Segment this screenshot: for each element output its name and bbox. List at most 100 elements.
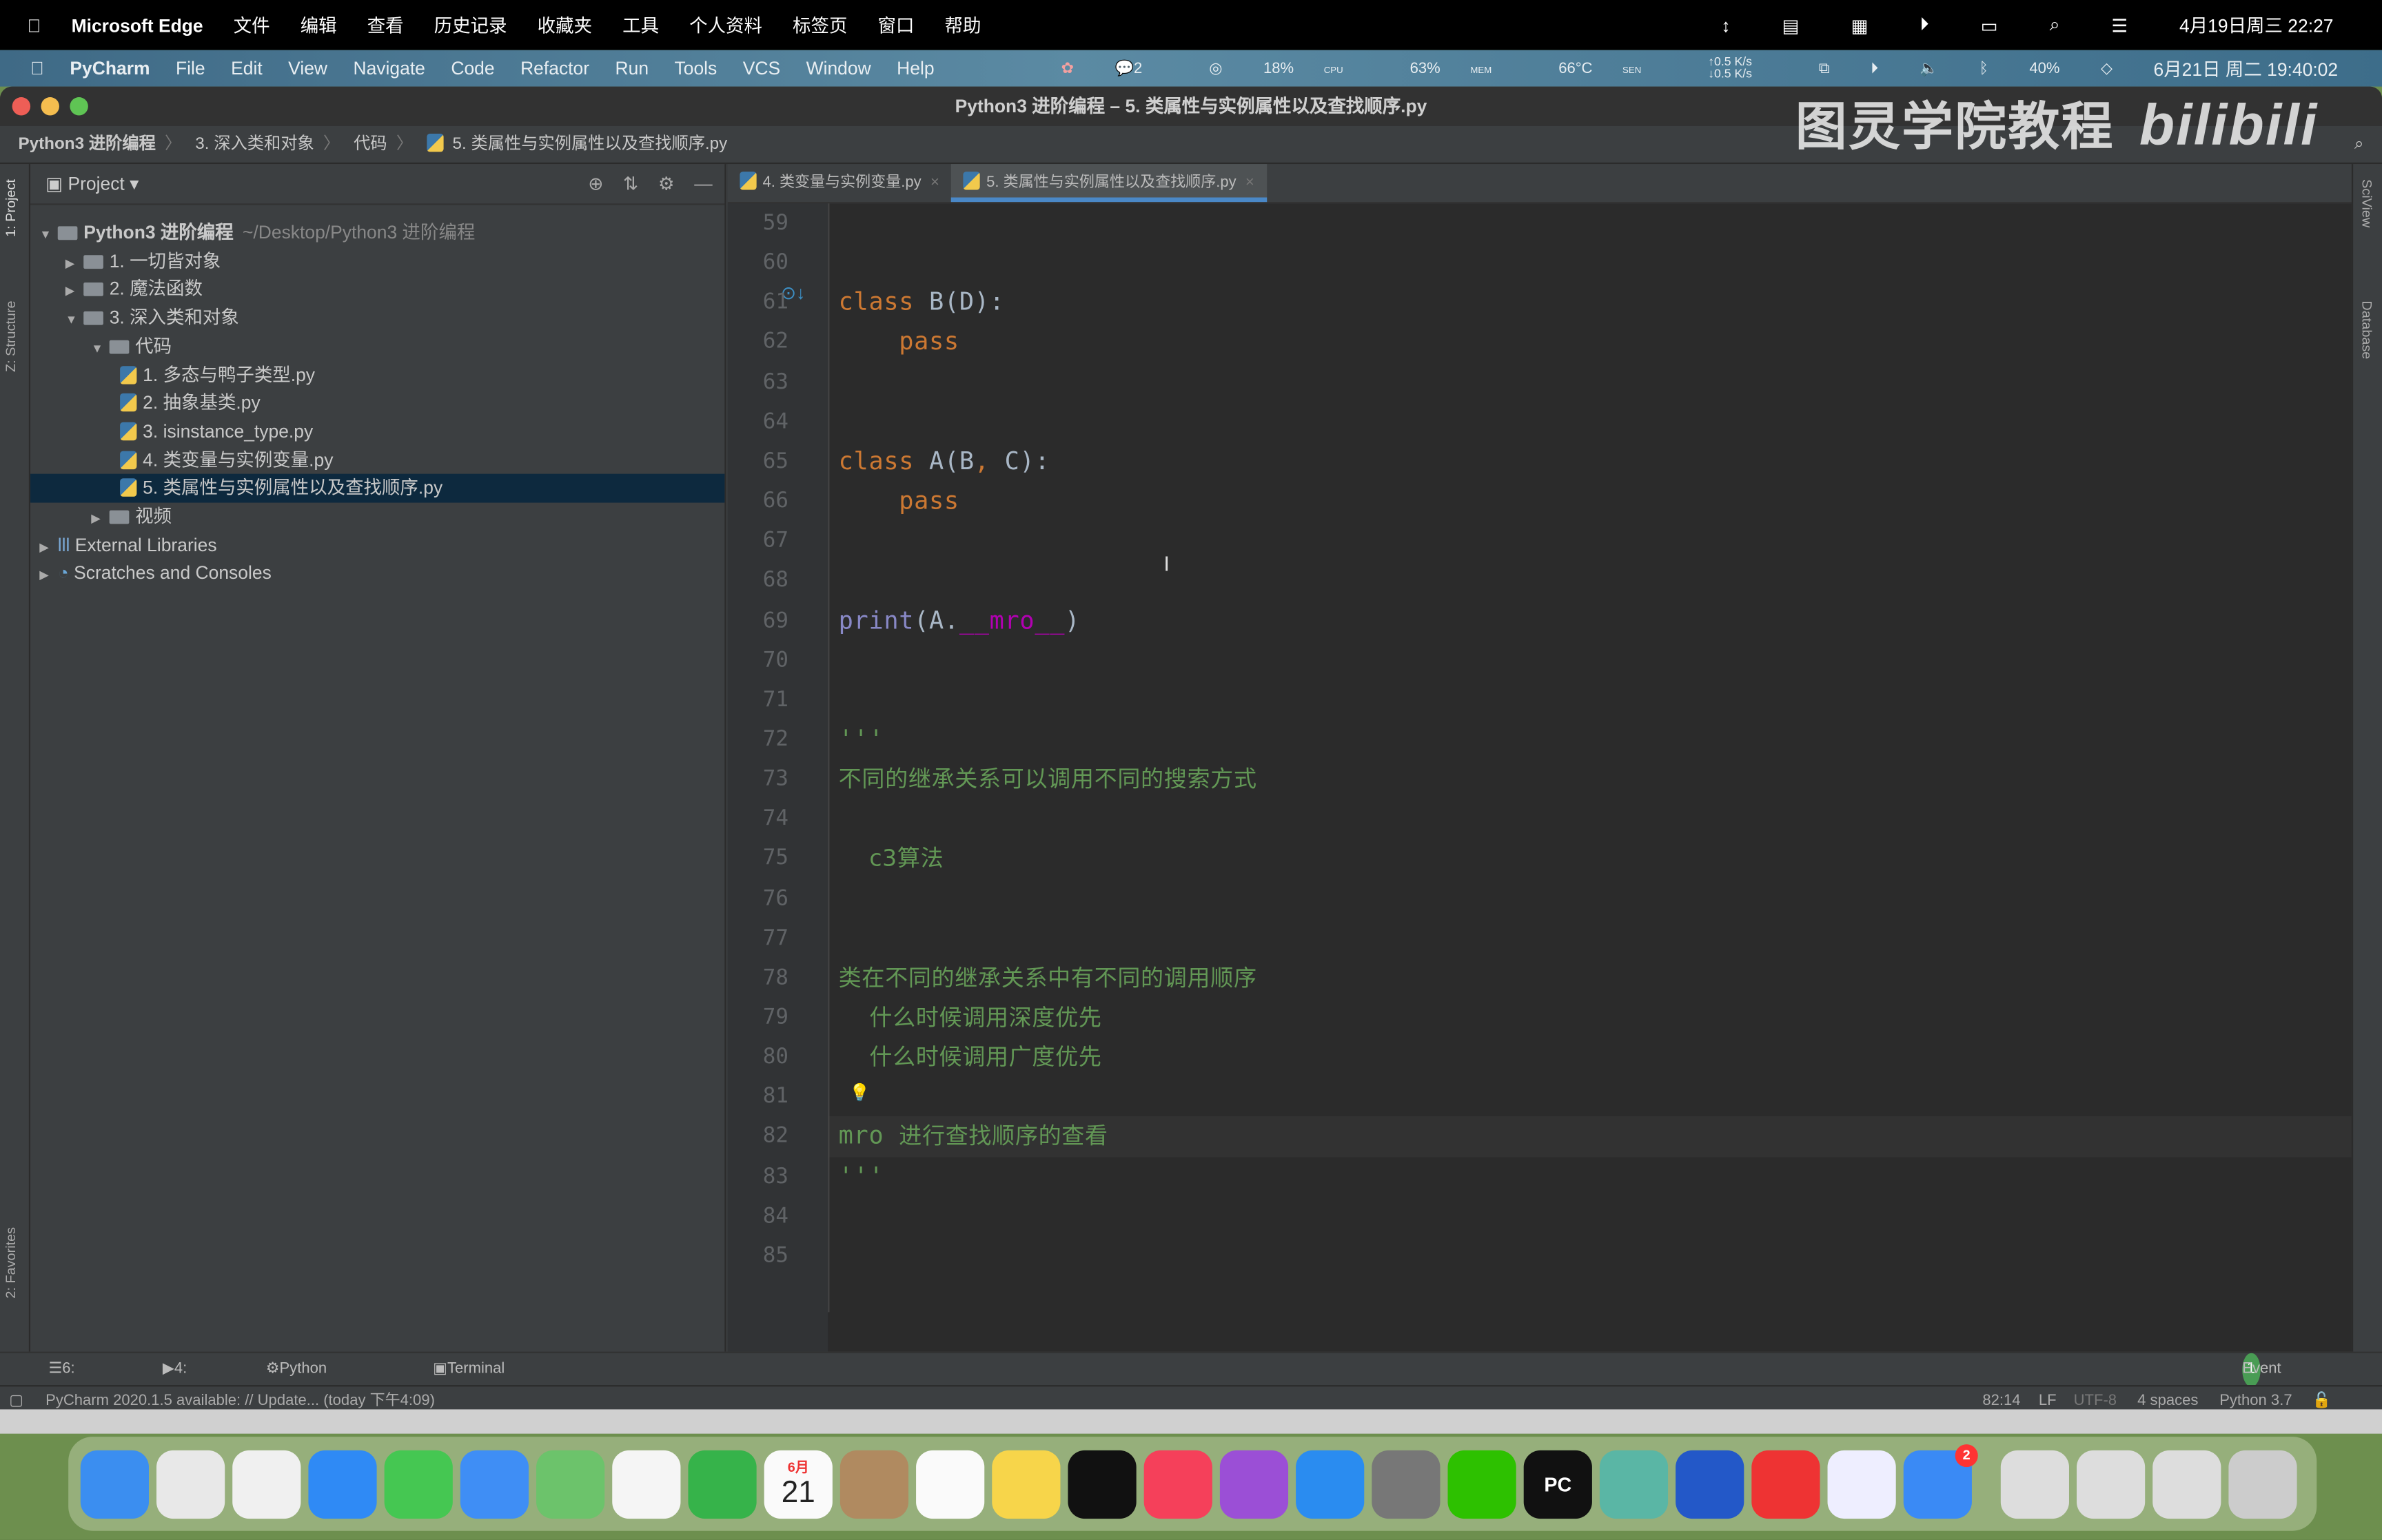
terminal-button[interactable]: ▣ Terminal (433, 1353, 505, 1386)
dock-music-icon[interactable] (1143, 1449, 1212, 1518)
tree-item[interactable]: ▼ Python3 进阶编程 ~/Desktop/Python3 进阶编程 (30, 218, 724, 247)
chat-icon[interactable]: 💬2 (1115, 60, 1168, 76)
control-center-icon[interactable]: ☰ (2111, 14, 2128, 36)
status-icon[interactable]: ▦ (1851, 14, 1868, 36)
tree-item[interactable]: ▶ lll External Libraries (30, 531, 724, 559)
dock-pycharm-icon[interactable]: PC (1523, 1449, 1592, 1518)
dock-reminders-icon[interactable] (916, 1449, 985, 1518)
clock[interactable]: 4月19日周三 22:27 (2179, 12, 2333, 38)
dock-facetime-icon[interactable] (688, 1449, 757, 1518)
dock-app-store-icon[interactable] (1296, 1449, 1365, 1518)
dock-documents-icon[interactable] (2000, 1449, 2069, 1518)
screen-icon[interactable]: ⧉ (1819, 60, 1830, 76)
flower-icon[interactable]: ✿ (1061, 60, 1074, 76)
play-icon[interactable]: ⏵ (1920, 14, 1928, 37)
play-icon[interactable]: ⏵ (1871, 60, 1878, 76)
menu-view[interactable]: View (288, 58, 327, 79)
close-tab-icon[interactable]: × (930, 174, 939, 191)
lightbulb-icon[interactable]: 💡 (849, 1083, 870, 1102)
structure-tool-tab[interactable]: Z: Structure (3, 300, 18, 372)
menu-navigate[interactable]: Navigate (353, 58, 425, 79)
dock-apple-tv-icon[interactable] (1068, 1449, 1137, 1518)
dock-documents-icon[interactable] (2152, 1449, 2221, 1518)
tree-item[interactable]: ▶ 1. 一切皆对象 (30, 247, 724, 276)
bluetooth-icon[interactable]: ᛒ (1979, 60, 1988, 76)
mac-menu-item[interactable]: 历史记录 (434, 12, 507, 38)
sciview-tool-tab[interactable]: SciView (2359, 179, 2374, 227)
mac-menu-item[interactable]: 窗口 (878, 12, 915, 38)
tab-file-4[interactable]: 4. 类变量与实例变量.py × (728, 164, 952, 202)
project-view-selector[interactable]: Project (68, 173, 124, 194)
menu-help[interactable]: Help (897, 58, 934, 79)
search-icon[interactable]: ⌕ (2354, 126, 2364, 164)
menu-vcs[interactable]: VCS (743, 58, 780, 79)
dock-launchpad-icon[interactable] (156, 1449, 225, 1518)
tree-item[interactable]: ▶ ◔ Scratches and Consoles (30, 559, 724, 588)
tree-item[interactable]: ▼ 3. 深入类和对象 (30, 304, 724, 332)
mac-menu-item[interactable]: 文件 (234, 12, 270, 38)
code-line[interactable]: 类在不同的继承关系中有不同的调用顺序 (839, 958, 1257, 998)
app-menu[interactable]: PyCharm (70, 58, 150, 79)
code-line[interactable]: class A(B, C): (839, 442, 1050, 482)
chevron-right-icon[interactable]: ▶ (65, 278, 83, 307)
chevron-down-icon[interactable]: ▾ (130, 173, 139, 194)
wifi-icon[interactable]: ◇ (2101, 60, 2113, 76)
dock-finder-icon[interactable] (80, 1449, 150, 1518)
dock-mail-icon[interactable] (460, 1449, 529, 1518)
python-interpreter[interactable]: Python 3.7 (2219, 1386, 2292, 1412)
breadcrumb-item[interactable]: 5. 类属性与实例属性以及查找顺序.py (453, 135, 728, 153)
status-icon[interactable]: ↕ (1721, 14, 1730, 36)
clock[interactable]: 6月21日 周二 19:40:02 (2154, 55, 2339, 81)
dock-messages-icon[interactable] (384, 1449, 453, 1518)
dock-trash-icon[interactable] (2228, 1449, 2297, 1518)
chevron-right-icon[interactable]: ▶ (39, 534, 57, 562)
app-menu[interactable]: Microsoft Edge (72, 14, 203, 36)
dock-documents-icon[interactable] (2077, 1449, 2146, 1518)
code-line[interactable]: pass (839, 322, 959, 362)
tree-item[interactable]: ▶ 视频 (30, 503, 724, 531)
tree-item[interactable]: 3. isinstance_type.py (30, 418, 724, 446)
code-line[interactable]: 什么时候调用深度优先 (839, 998, 1102, 1038)
mac-menu-item[interactable]: 收藏夹 (538, 12, 592, 38)
volume-icon[interactable]: 🔈 (1920, 60, 1938, 76)
dock-mindnode-icon[interactable] (1827, 1449, 1896, 1518)
code-line[interactable]: ''' (839, 1157, 884, 1197)
apple-icon[interactable]:  (28, 14, 41, 36)
code-line[interactable]: ''' (839, 720, 884, 760)
dock-photos-icon[interactable] (612, 1449, 681, 1518)
chevron-right-icon[interactable]: ▶ (91, 506, 109, 534)
tree-item[interactable]: 1. 多态与鸭子类型.py (30, 360, 724, 389)
mac-menu-item[interactable]: 标签页 (793, 12, 847, 38)
tree-item[interactable]: 5. 类属性与实例属性以及查找顺序.py (30, 474, 725, 503)
maximize-button[interactable] (70, 97, 88, 116)
status-toggle-icon[interactable]: ▢ (9, 1386, 23, 1412)
tree-item[interactable]: ▼ 代码 (30, 332, 724, 360)
close-button[interactable] (12, 97, 31, 116)
tree-item[interactable]: 2. 抽象基类.py (30, 389, 724, 418)
breadcrumb-item[interactable]: Python3 进阶编程 (18, 135, 155, 153)
status-message[interactable]: PyCharm 2020.1.5 available: // Update...… (45, 1386, 435, 1412)
line-separator[interactable]: LF (2039, 1386, 2057, 1412)
dock-xmind-icon[interactable] (1751, 1449, 1820, 1518)
menu-refactor[interactable]: Refactor (520, 58, 589, 79)
gear-icon[interactable]: ⚙ (658, 164, 675, 205)
collapse-icon[interactable]: ⇅ (623, 164, 638, 205)
mac-menu-item[interactable]: 工具 (622, 12, 659, 38)
tree-item[interactable]: 4. 类变量与实例变量.py (30, 446, 724, 474)
dock-feedback-icon[interactable]: 2 (1903, 1443, 1978, 1518)
tab-file-5[interactable]: 5. 类属性与实例属性以及查找顺序.py × (951, 164, 1267, 203)
database-tool-tab[interactable]: Database (2359, 300, 2374, 359)
chevron-right-icon[interactable]: ▶ (65, 250, 83, 278)
menu-run[interactable]: Run (615, 58, 649, 79)
wechat-icon[interactable]: ◎ (1209, 60, 1222, 76)
dock-safari-icon[interactable] (308, 1449, 377, 1518)
chevron-down-icon[interactable]: ▼ (91, 336, 109, 364)
favorites-tool-tab[interactable]: 2: Favorites (3, 1227, 18, 1299)
mac-menu-item[interactable]: 查看 (367, 12, 404, 38)
code-line[interactable]: pass (839, 482, 959, 522)
menu-edit[interactable]: Edit (231, 58, 263, 79)
dock-wechat-icon[interactable] (1447, 1449, 1516, 1518)
battery-percent[interactable]: 40% (2029, 60, 2059, 76)
mac-menu-item[interactable]: 帮助 (945, 12, 981, 38)
status-icon[interactable]: ▤ (1782, 14, 1800, 36)
